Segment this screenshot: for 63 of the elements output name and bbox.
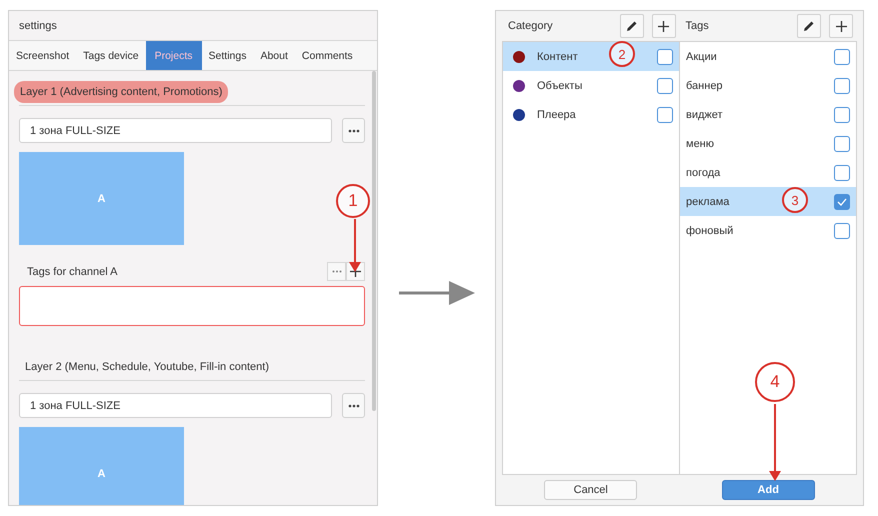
plus-icon [658, 20, 669, 32]
more-icon [348, 128, 360, 132]
tag-name: виджет [686, 108, 723, 120]
checkbox[interactable] [834, 78, 850, 94]
more-button[interactable] [342, 393, 365, 418]
tag-item[interactable]: Акции [680, 42, 856, 71]
pencil-icon [803, 20, 815, 32]
tags-field[interactable] [19, 286, 365, 326]
layer-title: Layer 2 (Menu, Schedule, Youtube, Fill-in content) [24, 360, 270, 375]
checkbox[interactable] [657, 48, 673, 64]
checkbox[interactable] [834, 136, 850, 152]
tab[interactable]: Settings [202, 41, 254, 70]
tag-item[interactable]: меню [680, 129, 856, 158]
tab[interactable]: Screenshot [9, 41, 76, 70]
pointer-arrow [349, 219, 361, 272]
layer-title: Layer 1 (Advertising content, Promotions) [14, 81, 228, 103]
more-icon [348, 404, 360, 408]
checkbox[interactable] [657, 106, 673, 122]
checkbox[interactable] [834, 106, 850, 122]
checkbox[interactable] [657, 78, 673, 94]
tab[interactable]: About [253, 41, 295, 70]
pencil-icon [626, 20, 638, 32]
checkbox[interactable] [834, 48, 850, 64]
step-number: 2 [609, 41, 635, 67]
tag-name: Акции [686, 50, 717, 62]
step-number: 1 [336, 184, 370, 218]
category-name: Контент [537, 50, 578, 62]
check-icon [837, 198, 847, 206]
tags-title: Tags [686, 20, 710, 32]
tab[interactable]: Comments [294, 41, 360, 70]
zone-field[interactable]: 1 зона FULL-SIZE [19, 393, 332, 418]
checkbox[interactable] [834, 164, 850, 180]
more-button[interactable] [342, 118, 365, 143]
step-number: 4 [755, 362, 795, 402]
tag-item[interactable]: фоновый [680, 216, 856, 245]
edit-button[interactable] [797, 14, 821, 38]
checkbox[interactable] [834, 222, 850, 238]
tag-item[interactable]: виджет [680, 100, 856, 129]
cancel-button[interactable]: Cancel [544, 480, 638, 500]
more-icon [332, 270, 342, 273]
edit-button[interactable] [620, 14, 644, 38]
tags-label: Tags for channel A [27, 266, 118, 278]
tag-item[interactable]: баннер [680, 71, 856, 100]
category-name: Плеера [537, 108, 576, 120]
category-item[interactable]: Объекты [503, 71, 679, 100]
tag-name: баннер [686, 80, 723, 92]
category-item[interactable]: Плеера [503, 100, 679, 129]
tag-name: погода [686, 166, 720, 178]
tag-name: фоновый [686, 224, 734, 236]
tag-item[interactable]: погода [680, 158, 856, 187]
tag-name: меню [686, 138, 714, 150]
tag-name: реклама [686, 196, 730, 208]
category-title: Category [508, 20, 554, 32]
add-button[interactable] [652, 14, 676, 38]
category-name: Объекты [537, 80, 582, 92]
plus-icon [836, 20, 846, 32]
add-button[interactable] [829, 14, 853, 38]
step-number: 3 [782, 187, 808, 213]
tab[interactable]: Tags device [76, 41, 146, 70]
zone-field[interactable]: 1 зона FULL-SIZE [19, 118, 332, 143]
panel-title: settings [19, 20, 57, 32]
checkbox[interactable] [834, 194, 850, 210]
scrollbar[interactable] [372, 71, 376, 411]
